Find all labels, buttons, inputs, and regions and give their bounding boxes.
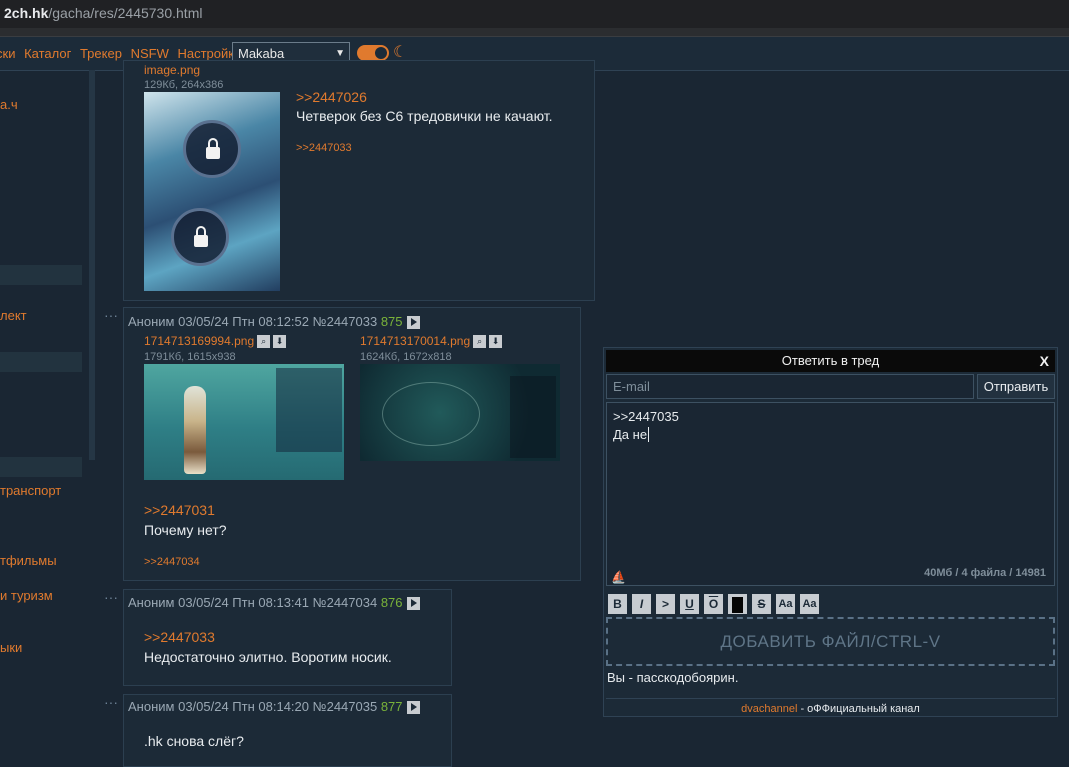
play-icon[interactable] <box>406 597 420 611</box>
url-host: 2ch.hk <box>4 5 49 21</box>
theme-toggle[interactable] <box>357 45 389 61</box>
reply-dialog: Ответить в тред X E-mail Отправить >>244… <box>603 347 1058 717</box>
file-name[interactable]: 1714713170014.png <box>360 334 470 348</box>
subscript-button[interactable]: Aa <box>800 594 819 614</box>
reply-link[interactable]: >>2447031 <box>144 502 215 518</box>
file-name[interactable]: 1714713169994.png <box>144 334 254 348</box>
post-thumbnail[interactable] <box>144 364 344 480</box>
passcode-status: Вы - пасскодобоярин. <box>607 670 739 685</box>
strike-button[interactable]: S <box>752 594 771 614</box>
overline-button[interactable]: O <box>704 594 723 614</box>
file-dropzone[interactable]: ДОБАВИТЬ ФАЙЛ/CTRL-V <box>606 617 1055 666</box>
post-date: 03/05/24 Птн 08:13:41 <box>178 595 310 610</box>
post-number[interactable]: №2447033 <box>313 314 378 329</box>
toggle-knob <box>375 47 387 59</box>
sidebar-band <box>0 457 82 477</box>
post-date: 03/05/24 Птн 08:12:52 <box>178 314 310 329</box>
reply-link[interactable]: >>2447026 <box>296 89 367 105</box>
address-bar[interactable]: 2ch.hk/gacha/res/2445730.html <box>0 0 1069 28</box>
search-icon[interactable]: ⌕ <box>257 335 271 349</box>
moon-icon[interactable]: ☾ <box>393 42 407 62</box>
sidebar-divider <box>89 70 95 460</box>
send-button[interactable]: Отправить <box>977 374 1055 399</box>
post-menu-icon[interactable]: ··· <box>104 589 118 605</box>
message-line: Да не <box>613 427 650 442</box>
upload-limits: 40Мб / 4 файла / 14981 <box>924 567 1046 579</box>
post-number[interactable]: №2447034 <box>313 595 378 610</box>
file-meta: 1624Кб, 1672x818 <box>360 351 452 363</box>
post-number[interactable]: №2447035 <box>313 699 378 714</box>
post-text: Почему нет? <box>144 522 227 538</box>
url-path: /gacha/res/2445730.html <box>48 5 203 21</box>
post-thumbnail[interactable] <box>360 364 560 461</box>
post-author: Аноним <box>128 595 175 610</box>
post-author: Аноним <box>128 699 175 714</box>
post-count: 875 <box>380 314 403 329</box>
play-icon[interactable] <box>406 316 420 330</box>
superscript-button[interactable]: Aa <box>776 594 795 614</box>
dialog-title-bar[interactable]: Ответить в тред X <box>606 350 1055 372</box>
browser-separator <box>0 28 1069 37</box>
file-name-block: 1714713170014.png ⌕ ⬇ <box>360 334 503 349</box>
nav-link-tracker[interactable]: Трекер <box>80 46 122 61</box>
nav-links: ски Каталог Трекер NSFW Настройки <box>0 46 246 61</box>
post-count: 876 <box>380 595 403 610</box>
post-author: Аноним <box>128 314 175 329</box>
sidebar-band <box>0 265 82 285</box>
nav-link-boards[interactable]: ски <box>0 46 15 61</box>
download-icon[interactable]: ⬇ <box>489 335 503 349</box>
email-field[interactable]: E-mail <box>606 374 974 399</box>
channel-link[interactable]: dvachannel <box>741 703 797 715</box>
message-line: >>2447035 <box>613 409 679 424</box>
sail-icon[interactable]: ⛵ <box>611 568 627 584</box>
file-meta: 1791Кб, 1615x938 <box>144 351 236 363</box>
lock-icon <box>183 120 241 178</box>
sidebar-item[interactable]: тфильмы <box>0 553 57 568</box>
style-select-value: Makaba <box>238 46 285 61</box>
play-icon[interactable] <box>406 701 420 715</box>
underline-button[interactable]: U <box>680 594 699 614</box>
post-header: Аноним 03/05/24 Птн 08:12:52 №2447033 87… <box>128 314 420 330</box>
post-count: 877 <box>380 699 403 714</box>
sidebar-item[interactable]: ыки <box>0 640 22 655</box>
post-header: Аноним 03/05/24 Птн 08:13:41 №2447034 87… <box>128 595 420 611</box>
italic-button[interactable]: I <box>632 594 651 614</box>
post-text: Четверок без С6 тредовички не качают. <box>296 108 553 124</box>
post-header: Аноним 03/05/24 Птн 08:14:20 №2447035 87… <box>128 699 420 715</box>
post-text: .hk снова слёг? <box>144 733 244 749</box>
post-menu-icon[interactable]: ··· <box>104 694 118 710</box>
sidebar-item[interactable]: и туризм <box>0 588 53 603</box>
post-menu-icon[interactable]: ··· <box>104 307 118 323</box>
file-name[interactable]: image.png <box>144 63 200 77</box>
nav-link-nsfw[interactable]: NSFW <box>131 46 169 61</box>
sidebar-band <box>0 352 82 372</box>
quote-button[interactable]: > <box>656 594 675 614</box>
backref-link[interactable]: >>2447033 <box>296 142 352 154</box>
sidebar-item[interactable]: a.ч <box>0 97 18 112</box>
spoiler-icon <box>732 596 743 613</box>
file-name-block: 1714713169994.png ⌕ ⬇ <box>144 334 287 349</box>
search-icon[interactable]: ⌕ <box>473 335 487 349</box>
reply-link[interactable]: >>2447033 <box>144 629 215 645</box>
close-icon[interactable]: X <box>1040 350 1049 372</box>
file-meta: 129Кб, 264x386 <box>144 79 224 91</box>
message-textarea[interactable]: >>2447035 Да не ⛵ 40Мб / 4 файла / 14981 <box>606 402 1055 586</box>
backref-link[interactable]: >>2447034 <box>144 556 200 568</box>
dialog-title: Ответить в тред <box>781 353 880 368</box>
post-thumbnail[interactable] <box>144 92 280 291</box>
bold-button[interactable]: B <box>608 594 627 614</box>
dialog-footer: dvachannel - оФФициальный канал <box>606 698 1055 715</box>
download-icon[interactable]: ⬇ <box>273 335 287 349</box>
footer-text: - оФФициальный канал <box>797 703 920 715</box>
sidebar-item[interactable]: транспорт <box>0 483 61 498</box>
spoiler-button[interactable] <box>728 594 747 614</box>
lock-icon <box>171 208 229 266</box>
post-text: Недостаточно элитно. Воротим носик. <box>144 649 392 665</box>
post-date: 03/05/24 Птн 08:14:20 <box>178 699 310 714</box>
sidebar-item[interactable]: лект <box>0 308 27 323</box>
nav-link-catalog[interactable]: Каталог <box>24 46 71 61</box>
